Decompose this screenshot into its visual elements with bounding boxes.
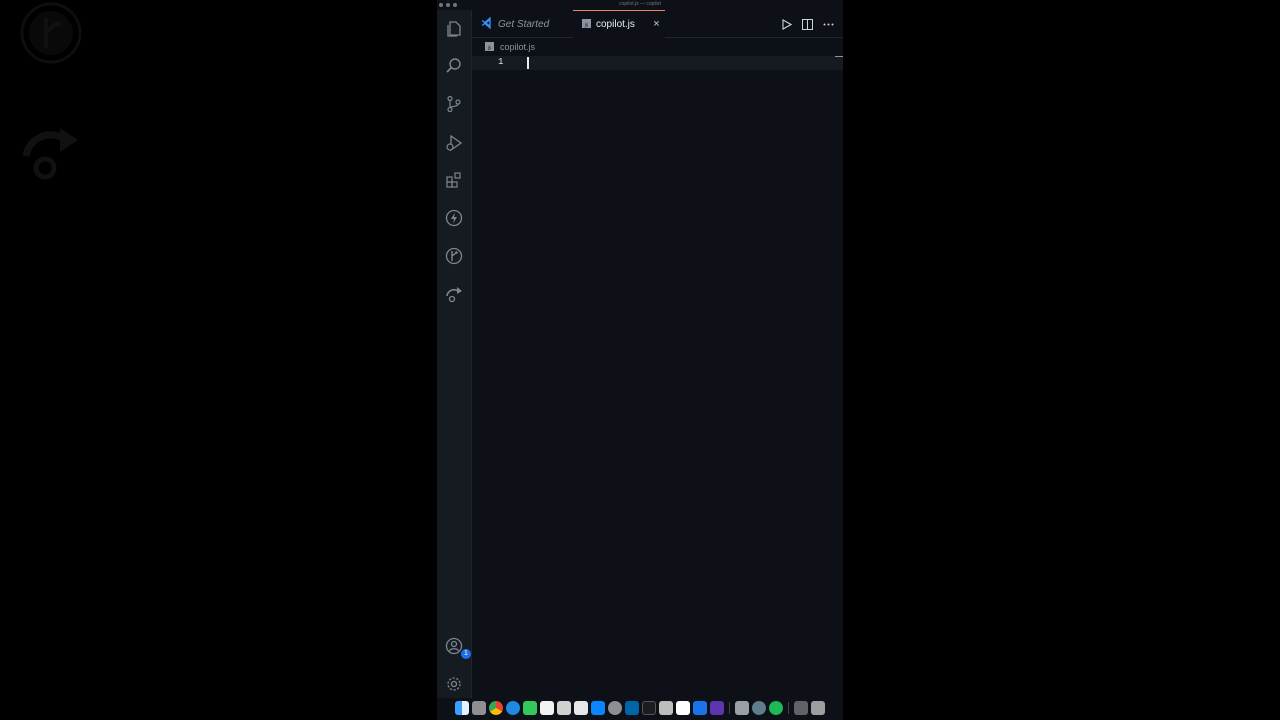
search-icon[interactable]: [444, 56, 464, 76]
thunder-icon[interactable]: [444, 208, 464, 228]
terminal-icon[interactable]: [642, 701, 656, 715]
gitlens-background-icon: [20, 2, 82, 64]
account-badge: 1: [461, 649, 471, 659]
tab-label: copilot.js: [596, 19, 635, 30]
vscode-icon: [481, 16, 493, 32]
split-editor-icon[interactable]: [801, 18, 814, 31]
overview-ruler-mark: [835, 56, 843, 57]
launchpad-icon[interactable]: [472, 701, 486, 715]
text-cursor: [527, 57, 529, 69]
vscode-window: copilot.js — copilot 1 Get Started js co…: [437, 0, 843, 720]
calendar-icon[interactable]: [540, 701, 554, 715]
slack-icon[interactable]: [676, 701, 690, 715]
line-number: 1: [498, 57, 504, 67]
js-file-icon: js: [582, 18, 591, 31]
vpn-icon[interactable]: [693, 701, 707, 715]
account-icon[interactable]: 1: [444, 636, 471, 659]
remote-icon[interactable]: [444, 284, 464, 304]
star-icon[interactable]: [710, 701, 724, 715]
breadcrumb[interactable]: js copilot.js: [485, 40, 535, 54]
finder-icon[interactable]: [455, 701, 469, 715]
svg-text:js: js: [487, 45, 492, 51]
extensions-icon[interactable]: [444, 170, 464, 190]
window-title: copilot.js — copilot: [619, 1, 661, 7]
notes-icon[interactable]: [557, 701, 571, 715]
code-editor[interactable]: 1: [472, 55, 843, 698]
chrome-icon[interactable]: [489, 701, 503, 715]
close-icon[interactable]: ×: [651, 19, 662, 30]
run-debug-icon[interactable]: [444, 133, 464, 153]
more-actions-icon[interactable]: [822, 18, 835, 31]
tab-copilot-js[interactable]: js copilot.js ×: [573, 10, 665, 38]
remote-background-icon: [20, 120, 82, 182]
macos-dock: [447, 698, 833, 718]
messages-icon[interactable]: [523, 701, 537, 715]
reminders-icon[interactable]: [574, 701, 588, 715]
run-icon[interactable]: [780, 18, 793, 31]
svg-text:js: js: [584, 22, 589, 28]
spotify-icon[interactable]: [769, 701, 783, 715]
explorer-icon[interactable]: [444, 19, 464, 39]
tab-get-started[interactable]: Get Started: [472, 10, 572, 38]
trash-icon[interactable]: [811, 701, 825, 715]
breadcrumb-file: copilot.js: [500, 42, 536, 52]
tab-bar: Get Started js copilot.js ×: [472, 10, 843, 38]
js-file-icon: js: [485, 41, 494, 53]
dock-separator: [788, 702, 789, 714]
app-store-icon[interactable]: [591, 701, 605, 715]
safari-icon[interactable]: [506, 701, 520, 715]
dock-separator: [729, 702, 730, 714]
globe-icon[interactable]: [752, 701, 766, 715]
activity-bar: 1: [437, 10, 472, 698]
title-bar: copilot.js — copilot: [437, 0, 843, 10]
keyboard-icon[interactable]: [794, 701, 808, 715]
gear-icon[interactable]: [444, 674, 464, 694]
tab-label: Get Started: [498, 18, 550, 30]
preview-icon[interactable]: [735, 701, 749, 715]
settings-icon[interactable]: [608, 701, 622, 715]
source-control-icon[interactable]: [444, 94, 464, 114]
gitlens-icon[interactable]: [444, 246, 464, 266]
vscode-icon[interactable]: [625, 701, 639, 715]
editor-actions: [780, 10, 843, 38]
pen-icon[interactable]: [659, 701, 673, 715]
